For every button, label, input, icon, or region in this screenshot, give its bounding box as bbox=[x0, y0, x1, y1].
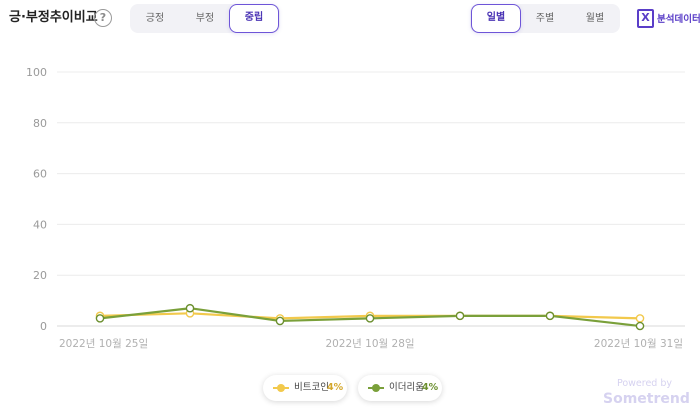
data-point bbox=[275, 316, 285, 326]
legend-value-bitcoin: 4% bbox=[327, 382, 344, 393]
legend-label-bitcoin: 비트코인 bbox=[294, 382, 329, 393]
brand-logo: Sometrend bbox=[603, 391, 690, 407]
data-point bbox=[635, 321, 645, 331]
legend-item-ethereum[interactable]: 이더리움 4% bbox=[358, 375, 442, 401]
data-point bbox=[455, 311, 465, 321]
x-tick-label: 2022년 10월 31일 bbox=[594, 337, 683, 350]
legend-dot-ethereum bbox=[372, 384, 380, 392]
legend-item-bitcoin[interactable]: 비트코인 4% bbox=[263, 375, 347, 401]
data-point bbox=[95, 314, 105, 323]
y-tick-label: 20 bbox=[33, 269, 47, 282]
y-tick-label: 0 bbox=[40, 320, 47, 333]
x-tick-label: 2022년 10월 25일 bbox=[59, 337, 148, 350]
legend-value-ethereum: 4% bbox=[422, 382, 439, 393]
legend-label-ethereum: 이더리움 bbox=[389, 382, 424, 393]
legend-dot-bitcoin bbox=[277, 384, 285, 392]
y-tick-label: 100 bbox=[26, 66, 47, 79]
data-point bbox=[185, 303, 195, 313]
data-point bbox=[545, 311, 555, 321]
y-tick-label: 80 bbox=[33, 117, 47, 130]
y-tick-label: 40 bbox=[33, 218, 47, 231]
powered-by-label: Powered by bbox=[616, 378, 672, 389]
data-point bbox=[635, 314, 645, 323]
data-point bbox=[365, 314, 375, 323]
x-tick-label: 2022년 10월 28일 bbox=[325, 337, 414, 350]
trend-chart: 0 20 40 60 80 100 2022년 10월 25일 2022년 10월 28일 20… bbox=[26, 66, 685, 350]
y-tick-label: 60 bbox=[33, 168, 47, 181]
